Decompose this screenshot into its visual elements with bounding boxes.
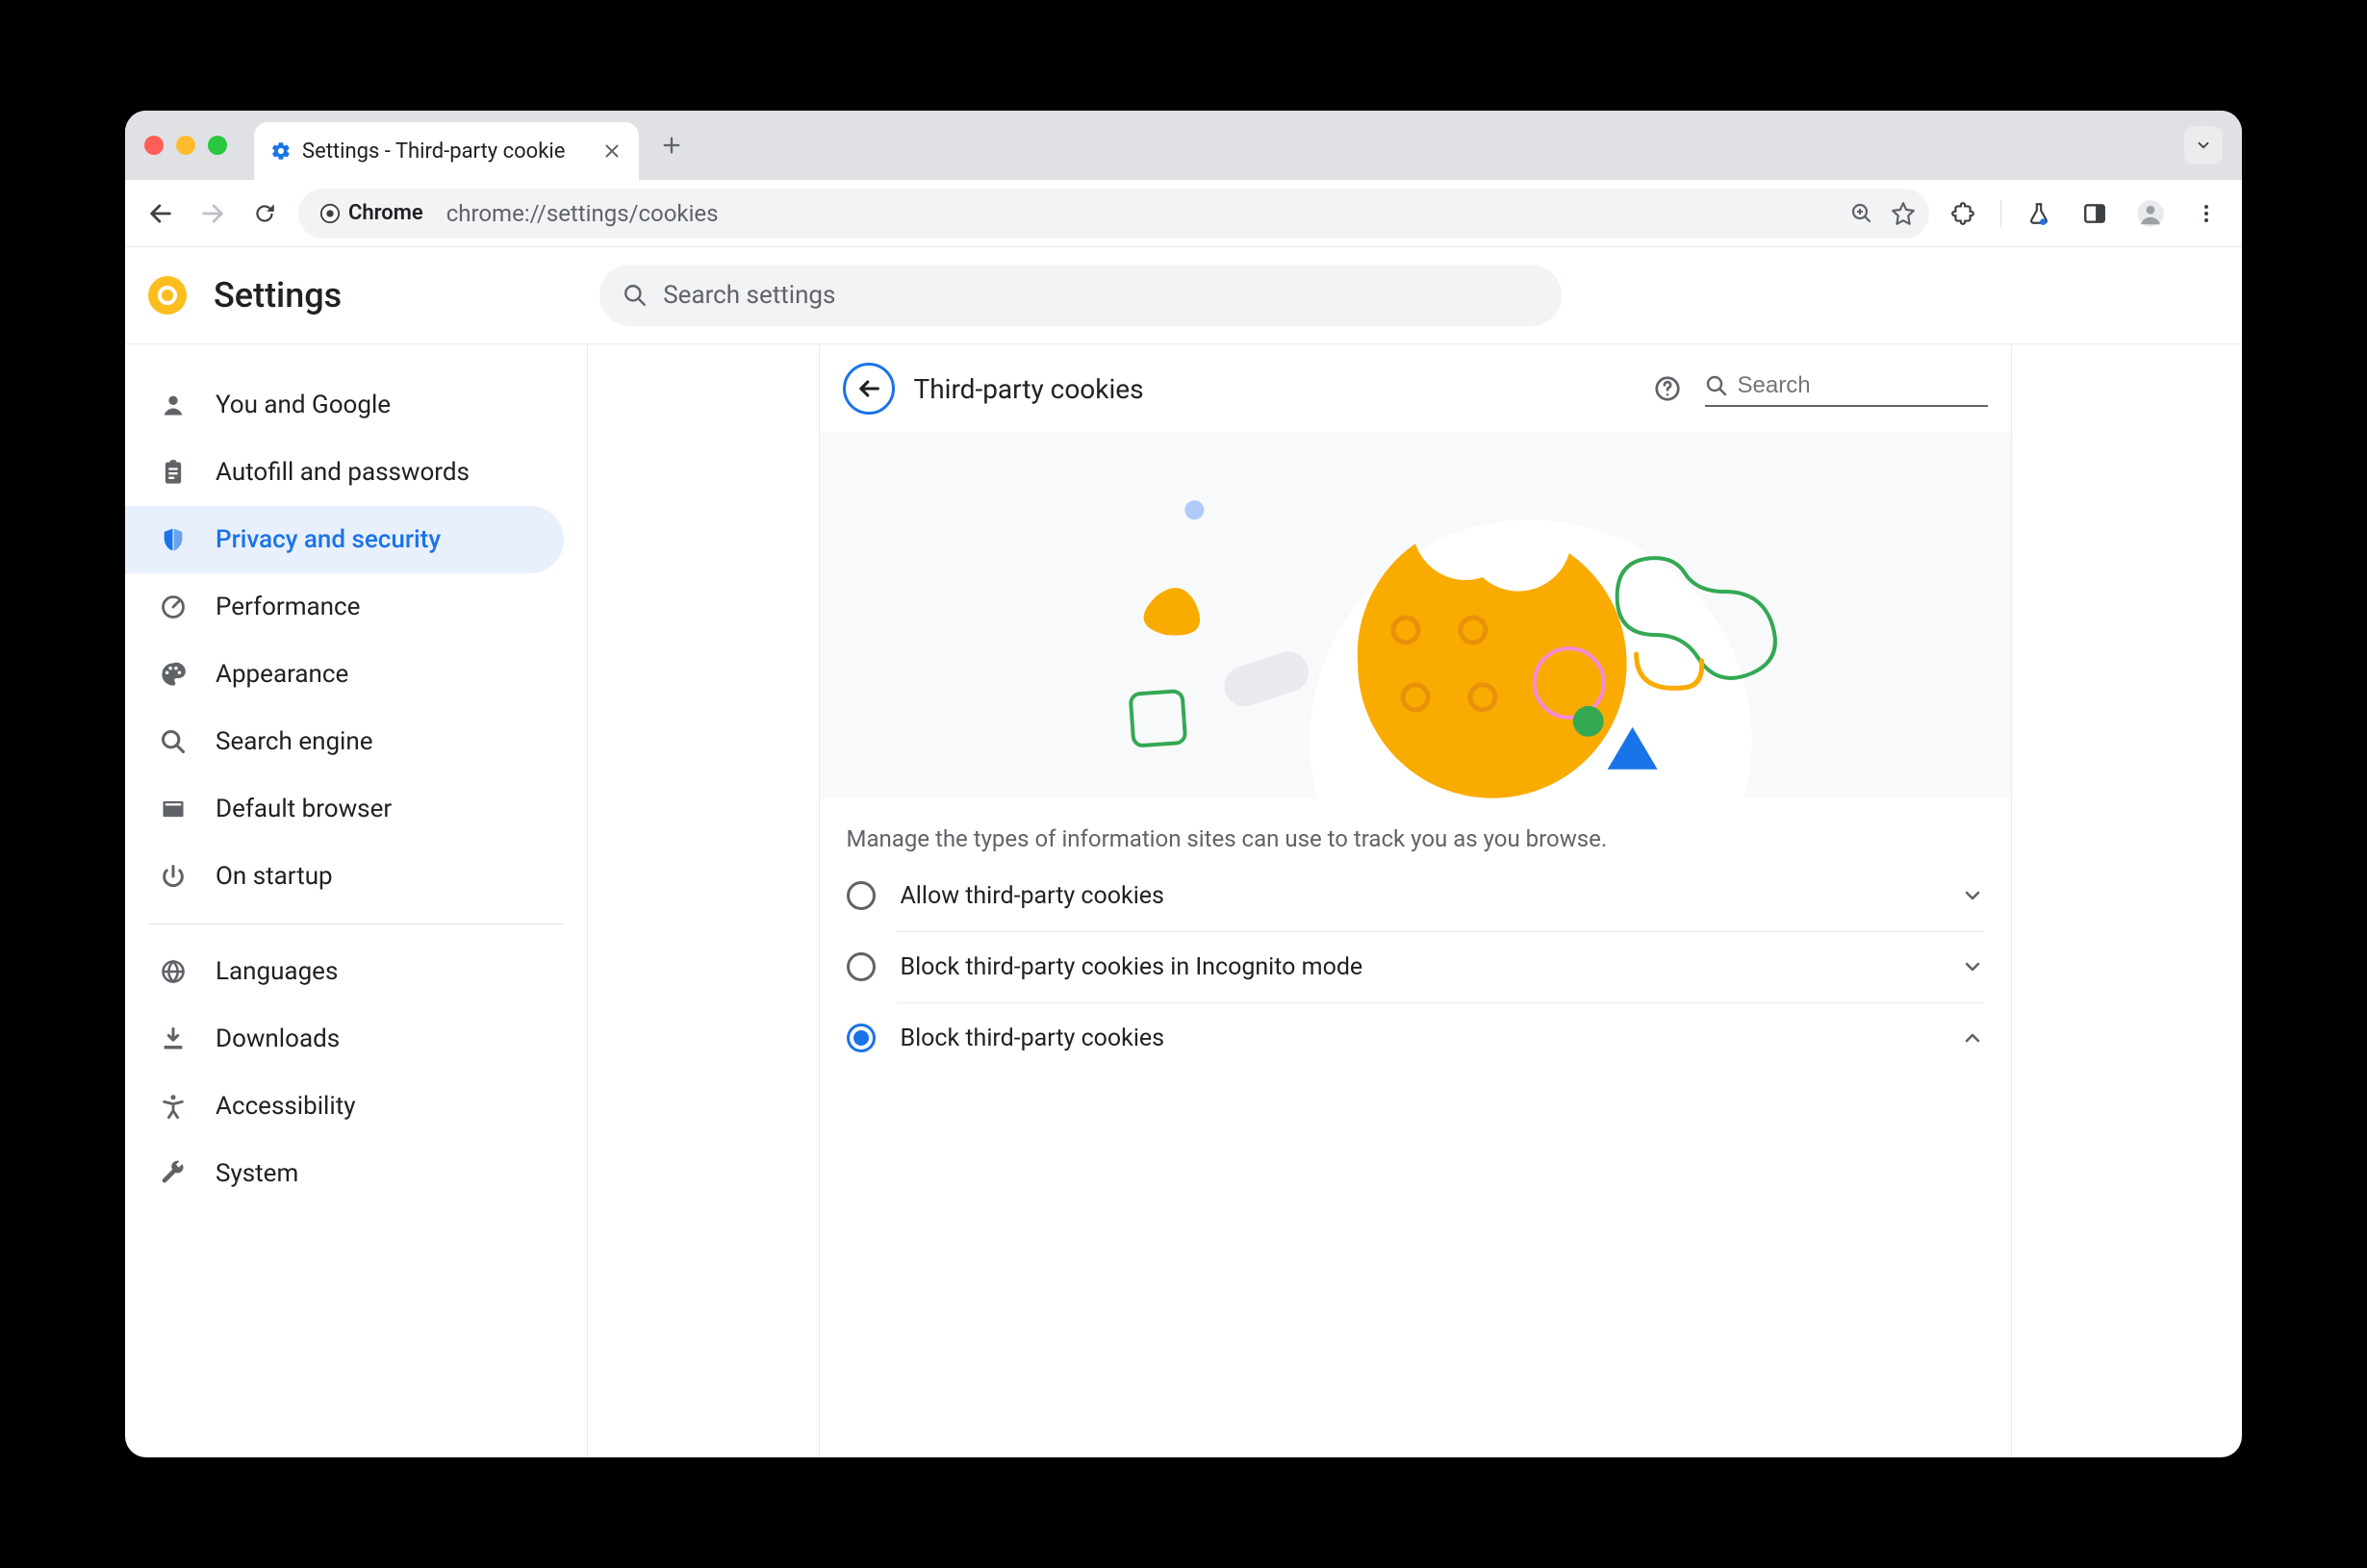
option-label: Block third-party cookies in Incognito m… bbox=[901, 953, 1936, 981]
panel-description: Manage the types of information sites ca… bbox=[820, 798, 2011, 860]
tab-search-button[interactable] bbox=[2184, 126, 2223, 164]
settings-search-placeholder: Search settings bbox=[663, 281, 835, 310]
bookmark-star-icon[interactable] bbox=[1891, 201, 1916, 226]
tab-title: Settings - Third-party cookie bbox=[302, 139, 591, 164]
extensions-icon[interactable] bbox=[1945, 195, 1981, 232]
url-text: chrome://settings/cookies bbox=[446, 200, 719, 227]
nav-reload-button[interactable] bbox=[246, 195, 283, 232]
nav-back-button[interactable] bbox=[142, 195, 179, 232]
wrench-icon bbox=[158, 1158, 189, 1189]
sidebar-item-accessibility[interactable]: Accessibility bbox=[125, 1073, 564, 1140]
option-block-third-party[interactable]: Block third-party cookies bbox=[820, 1002, 2011, 1074]
site-identity-chip[interactable]: Chrome bbox=[308, 197, 435, 229]
chevron-down-icon[interactable] bbox=[1961, 884, 1984, 907]
sidebar-item-label: Default browser bbox=[216, 795, 392, 823]
radio-button[interactable] bbox=[847, 1024, 876, 1052]
sidebar-item-label: Search engine bbox=[216, 727, 373, 756]
cookie-options: Allow third-party cookies Block third-pa… bbox=[820, 860, 2011, 1074]
panel-search-input[interactable] bbox=[1705, 370, 1988, 407]
close-window-button[interactable] bbox=[144, 136, 164, 155]
maximize-window-button[interactable] bbox=[208, 136, 227, 155]
sidebar-item-label: Downloads bbox=[216, 1024, 340, 1053]
search-icon bbox=[623, 283, 648, 308]
sidebar-item-on-startup[interactable]: On startup bbox=[125, 843, 564, 910]
nav-forward-button[interactable] bbox=[194, 195, 231, 232]
search-icon bbox=[158, 726, 189, 757]
settings-logo-icon bbox=[148, 276, 187, 315]
side-panel-icon[interactable] bbox=[2076, 195, 2113, 232]
minimize-window-button[interactable] bbox=[176, 136, 195, 155]
sidebar-item-you-and-google[interactable]: You and Google bbox=[125, 371, 564, 439]
panel-search-field[interactable] bbox=[1738, 372, 1988, 399]
sidebar-item-system[interactable]: System bbox=[125, 1140, 564, 1207]
sidebar-item-label: Performance bbox=[216, 593, 360, 621]
gauge-icon bbox=[158, 592, 189, 622]
option-block-incognito[interactable]: Block third-party cookies in Incognito m… bbox=[820, 931, 2011, 1002]
clipboard-icon bbox=[158, 457, 189, 488]
browser-tab[interactable]: Settings - Third-party cookie bbox=[254, 122, 639, 180]
address-bar[interactable]: Chrome chrome://settings/cookies bbox=[298, 189, 1929, 239]
chevron-up-icon[interactable] bbox=[1961, 1026, 1984, 1050]
chrome-icon bbox=[319, 203, 341, 224]
labs-flask-icon[interactable] bbox=[2021, 195, 2057, 232]
download-icon bbox=[158, 1024, 189, 1054]
settings-search-input[interactable]: Search settings bbox=[599, 265, 1562, 326]
sidebar-item-label: Languages bbox=[216, 957, 338, 986]
shield-icon bbox=[158, 524, 189, 555]
option-allow-third-party[interactable]: Allow third-party cookies bbox=[820, 860, 2011, 931]
toolbar-separator bbox=[2000, 200, 2001, 227]
sidebar-item-label: You and Google bbox=[216, 391, 391, 419]
cookie-illustration bbox=[820, 433, 2011, 798]
window-icon bbox=[158, 794, 189, 824]
browser-menu-button[interactable] bbox=[2188, 195, 2225, 232]
zoom-icon[interactable] bbox=[1850, 202, 1873, 225]
sidebar-item-label: Accessibility bbox=[216, 1092, 356, 1121]
tab-strip: Settings - Third-party cookie bbox=[125, 111, 2242, 180]
sidebar-item-privacy-security[interactable]: Privacy and security bbox=[125, 506, 564, 573]
sidebar-item-search-engine[interactable]: Search engine bbox=[125, 708, 564, 775]
sidebar-divider bbox=[148, 923, 564, 924]
radio-button[interactable] bbox=[847, 952, 876, 981]
panel-title: Third-party cookies bbox=[914, 373, 1144, 405]
settings-title: Settings bbox=[214, 275, 342, 316]
sidebar-item-appearance[interactable]: Appearance bbox=[125, 641, 564, 708]
new-tab-button[interactable] bbox=[652, 126, 691, 164]
option-label: Allow third-party cookies bbox=[901, 882, 1936, 910]
option-label: Block third-party cookies bbox=[901, 1024, 1936, 1052]
site-identity-label: Chrome bbox=[348, 201, 423, 225]
sidebar-item-default-browser[interactable]: Default browser bbox=[125, 775, 564, 843]
tab-close-button[interactable] bbox=[600, 139, 624, 163]
accessibility-icon bbox=[158, 1091, 189, 1122]
radio-button[interactable] bbox=[847, 881, 876, 910]
sidebar-item-label: Autofill and passwords bbox=[216, 458, 470, 487]
sidebar-item-languages[interactable]: Languages bbox=[125, 938, 564, 1005]
settings-sidebar: You and Google Autofill and passwords Pr… bbox=[125, 344, 587, 1457]
window-controls[interactable] bbox=[144, 136, 227, 155]
sidebar-item-autofill[interactable]: Autofill and passwords bbox=[125, 439, 564, 506]
sidebar-item-performance[interactable]: Performance bbox=[125, 573, 564, 641]
globe-icon bbox=[158, 956, 189, 987]
help-icon[interactable] bbox=[1653, 374, 1682, 403]
browser-window: Settings - Third-party cookie Ch bbox=[125, 111, 2242, 1457]
sidebar-item-label: System bbox=[216, 1159, 298, 1188]
sidebar-item-downloads[interactable]: Downloads bbox=[125, 1005, 564, 1073]
settings-gear-icon bbox=[269, 139, 293, 163]
chevron-down-icon[interactable] bbox=[1961, 955, 1984, 978]
person-icon bbox=[158, 390, 189, 420]
panel-header: Third-party cookies bbox=[820, 344, 2011, 433]
cookies-panel: Third-party cookies bbox=[819, 344, 2012, 1457]
sidebar-item-label: Privacy and security bbox=[216, 525, 441, 554]
settings-header: Settings Search settings bbox=[125, 247, 2242, 343]
sidebar-item-label: Appearance bbox=[216, 660, 348, 689]
search-icon bbox=[1705, 374, 1728, 397]
panel-back-button[interactable] bbox=[843, 363, 895, 415]
profile-avatar-icon[interactable] bbox=[2132, 195, 2169, 232]
power-icon bbox=[158, 861, 189, 892]
sidebar-item-label: On startup bbox=[216, 862, 333, 891]
browser-toolbar: Chrome chrome://settings/cookies bbox=[125, 180, 2242, 247]
settings-main: Third-party cookies bbox=[587, 344, 2242, 1457]
palette-icon bbox=[158, 659, 189, 690]
